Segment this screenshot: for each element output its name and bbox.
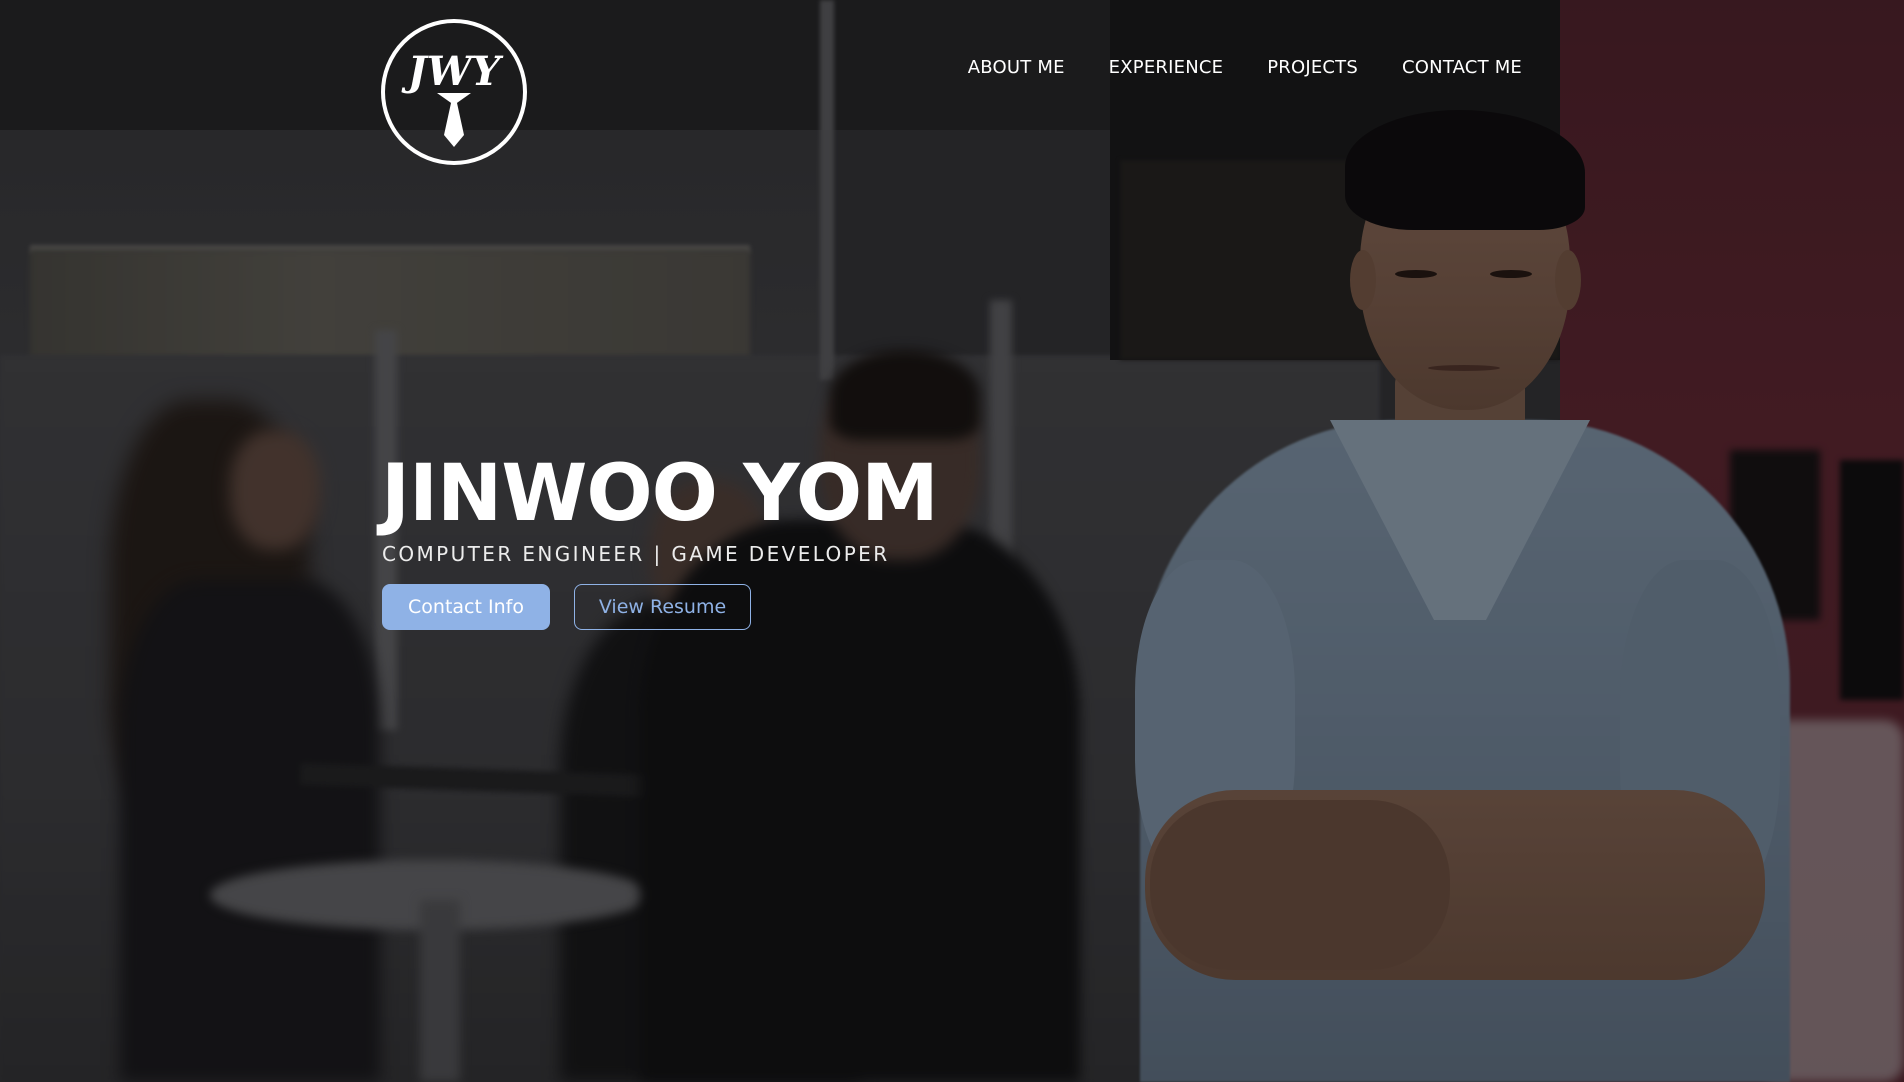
hero-name: JINWOO YOM <box>381 449 939 539</box>
nav-projects[interactable]: PROJECTS <box>1267 57 1358 78</box>
nav-contact-me[interactable]: CONTACT ME <box>1402 57 1522 78</box>
tie-monogram-icon: JWY <box>401 48 504 147</box>
nav-about-me[interactable]: ABOUT ME <box>968 57 1065 78</box>
nav-experience[interactable]: EXPERIENCE <box>1109 57 1224 78</box>
logo-monogram: JWY <box>401 48 504 95</box>
view-resume-button[interactable]: View Resume <box>574 584 751 630</box>
contact-info-button[interactable]: Contact Info <box>382 584 550 630</box>
site-logo[interactable]: JWY <box>381 19 527 165</box>
hero-subtitle: COMPUTER ENGINEER | GAME DEVELOPER <box>382 542 890 566</box>
main-nav: ABOUT ME EXPERIENCE PROJECTS CONTACT ME <box>968 57 1522 78</box>
hero-section: JWY ABOUT ME EXPERIENCE PROJECTS CONTACT… <box>0 0 1904 1082</box>
hero-dark-overlay <box>0 0 1904 1082</box>
